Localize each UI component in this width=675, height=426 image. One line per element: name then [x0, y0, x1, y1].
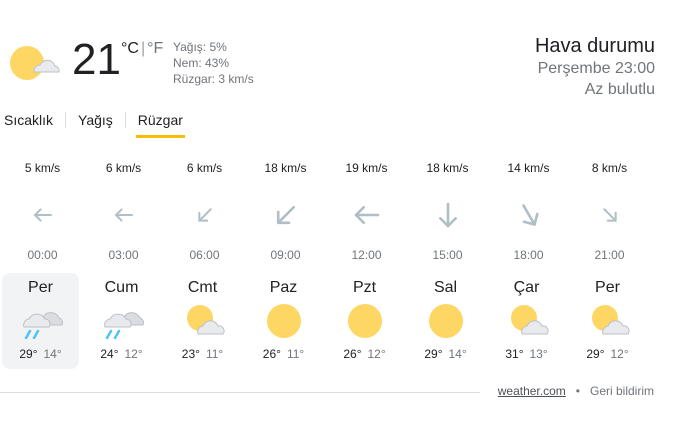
unit-separator: | — [140, 40, 146, 57]
day-name: Çar — [513, 279, 540, 296]
sunny-icon — [423, 303, 469, 339]
wind-time: 03:00 — [108, 248, 139, 262]
divider — [0, 392, 480, 393]
wind-arrow-icon — [569, 200, 650, 230]
wind-arrow-icon — [245, 200, 326, 230]
day-card[interactable]: Paz 26° 11° — [245, 273, 322, 369]
high-temp: 29° — [586, 347, 605, 361]
day-temperatures: 26° 12° — [326, 347, 403, 361]
partly-cloudy-icon — [180, 303, 226, 339]
day-card[interactable]: Per 29° 12° — [569, 273, 646, 369]
high-temp: 24° — [100, 347, 119, 361]
location-block: Hava durumu Perşembe 23:00 Az bulutlu — [535, 34, 655, 100]
rain-cloud-icon — [99, 303, 145, 340]
day-name: Cum — [104, 279, 139, 296]
wind-speed: 14 km/s — [507, 161, 550, 175]
tab-bar: Sıcaklık Yağış Rüzgar — [0, 110, 186, 138]
tab-divider — [65, 112, 67, 128]
wind-text: Rüzgar: 3 km/s — [173, 72, 254, 86]
day-card[interactable]: Cmt 23° 11° — [164, 273, 241, 369]
day-name: Per — [28, 279, 53, 296]
low-temp: 12° — [610, 347, 629, 361]
partly-cloudy-icon — [504, 303, 550, 339]
wind-speed: 8 km/s — [591, 161, 628, 175]
wind-time: 12:00 — [351, 248, 382, 262]
wind-arrow-icon — [164, 200, 245, 230]
low-temp: 13° — [529, 347, 548, 361]
day-temperatures: 31° 13° — [488, 347, 565, 361]
day-name: Cmt — [187, 279, 218, 296]
footer-separator: • — [575, 384, 580, 398]
unit-toggle: °C | °F — [121, 40, 163, 58]
tab-wind[interactable]: Rüzgar — [135, 110, 186, 138]
partly-cloudy-icon — [585, 303, 631, 339]
day-temperatures: 29° 14° — [2, 347, 79, 361]
wind-time: 21:00 — [594, 248, 625, 262]
wind-time: 06:00 — [189, 248, 220, 262]
celsius-unit[interactable]: °C — [121, 40, 139, 57]
day-time: Perşembe 23:00 — [537, 60, 655, 77]
condition-text: Az bulutlu — [584, 81, 655, 98]
high-temp: 26° — [262, 347, 281, 361]
wind-time: 00:00 — [27, 248, 58, 262]
day-card[interactable]: Pzt 26° 12° — [326, 273, 403, 369]
day-name: Paz — [269, 279, 298, 296]
day-temperatures: 24° 12° — [83, 347, 160, 361]
fahrenheit-unit[interactable]: °F — [147, 40, 163, 57]
rain-cloud-icon — [18, 303, 64, 340]
high-temp: 31° — [505, 347, 524, 361]
high-temp: 29° — [424, 347, 443, 361]
day-temperatures: 23° 11° — [164, 347, 241, 361]
wind-speed: 6 km/s — [105, 161, 142, 175]
day-name: Sal — [433, 279, 458, 296]
high-temp: 26° — [343, 347, 362, 361]
current-temperature: 21 — [72, 35, 121, 84]
low-temp: 11° — [205, 347, 224, 361]
tab-precipitation[interactable]: Yağış — [76, 110, 115, 134]
wind-arrow-icon — [407, 200, 488, 230]
sunny-icon — [342, 303, 388, 339]
wind-speed: 19 km/s — [345, 161, 388, 175]
wind-arrow-icon — [488, 200, 569, 230]
low-temp: 14° — [43, 347, 62, 361]
day-temperatures: 29° 12° — [569, 347, 646, 361]
footer: weather.com • Geri bildirim — [498, 384, 654, 398]
low-temp: 12° — [367, 347, 386, 361]
low-temp: 11° — [286, 347, 305, 361]
day-temperatures: 26° 11° — [245, 347, 322, 361]
source-link[interactable]: weather.com — [498, 384, 566, 398]
high-temp: 29° — [19, 347, 38, 361]
feedback-link[interactable]: Geri bildirim — [590, 384, 654, 398]
day-temperatures: 29° 14° — [407, 347, 484, 361]
precipitation-text: Yağış: 5% — [173, 40, 227, 54]
wind-time: 15:00 — [432, 248, 463, 262]
day-card[interactable]: Çar 31° 13° — [488, 273, 565, 369]
current-details: Yağış: 5% Nem: 43% Rüzgar: 3 km/s — [173, 39, 254, 87]
wind-arrow-icon — [326, 200, 407, 230]
wind-arrow-icon — [83, 200, 164, 230]
wind-speed: 6 km/s — [186, 161, 223, 175]
tab-divider — [124, 112, 126, 128]
low-temp: 14° — [448, 347, 467, 361]
high-temp: 23° — [181, 347, 200, 361]
wind-time: 18:00 — [513, 248, 544, 262]
day-name: Per — [595, 279, 620, 296]
tab-temperature[interactable]: Sıcaklık — [2, 110, 55, 134]
day-card[interactable]: Sal 29° 14° — [407, 273, 484, 369]
daily-forecast: Per 29° 14° Cum 24° 12° Cmt 23° 11° Paz 26° 11° Pzt 2… — [0, 273, 650, 370]
wind-arrow-icon — [2, 200, 83, 230]
humidity-text: Nem: 43% — [173, 56, 230, 70]
wind-time: 09:00 — [270, 248, 301, 262]
wind-speed: 5 km/s — [24, 161, 61, 175]
sunny-icon — [261, 303, 307, 339]
weather-title: Hava durumu — [534, 35, 655, 57]
day-name: Pzt — [352, 279, 377, 296]
day-card[interactable]: Per 29° 14° — [2, 273, 79, 369]
low-temp: 12° — [124, 347, 143, 361]
wind-speed: 18 km/s — [426, 161, 469, 175]
wind-forecast: 5 km/s 00:00 6 km/s 03:00 6 km/s 06:00 18 km/s… — [0, 156, 650, 271]
wind-speed: 18 km/s — [264, 161, 307, 175]
day-card[interactable]: Cum 24° 12° — [83, 273, 160, 369]
partly-cloudy-icon — [4, 40, 62, 84]
